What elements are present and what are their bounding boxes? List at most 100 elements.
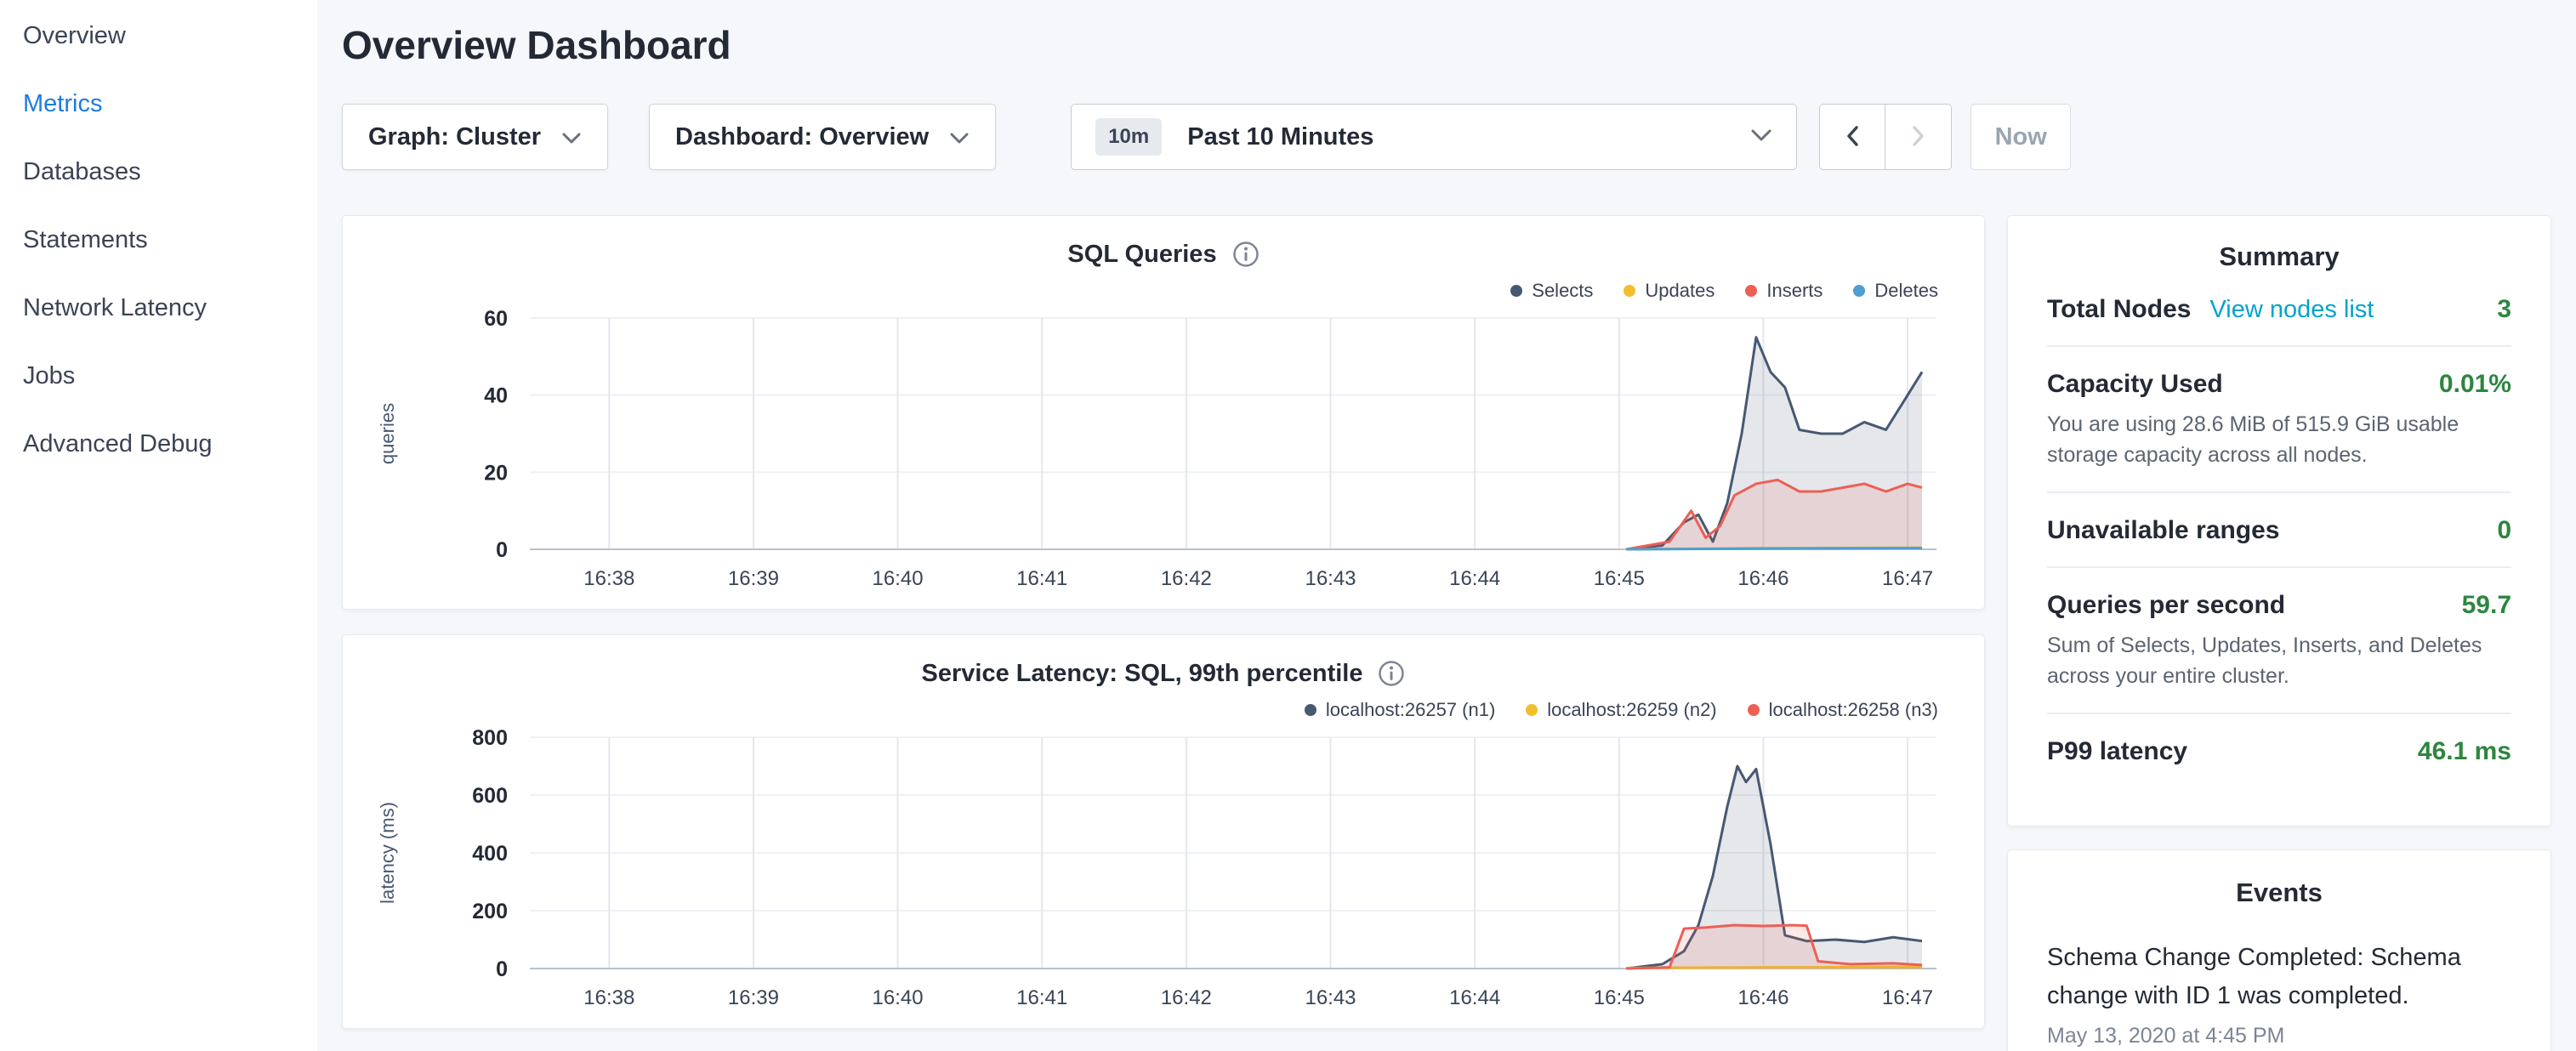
svg-text:200: 200 [472,900,508,923]
summary-value: 0 [2497,516,2511,545]
svg-text:16:44: 16:44 [1449,567,1500,590]
legend-item[interactable]: Deletes [1853,280,1938,302]
svg-text:40: 40 [484,384,508,408]
summary-value: 46.1 ms [2418,737,2511,766]
svg-text:800: 800 [472,729,508,750]
svg-text:16:42: 16:42 [1161,567,1212,590]
svg-text:20: 20 [484,461,508,485]
legend-label: localhost:26257 (n1) [1326,699,1495,721]
info-icon[interactable] [1378,660,1405,687]
legend-item[interactable]: localhost:26257 (n1) [1305,699,1495,721]
chart-title: Service Latency: SQL, 99th percentile [922,660,1363,688]
summary-value: 3 [2497,295,2511,324]
svg-text:16:46: 16:46 [1737,567,1788,590]
events-card: Events Schema Change Completed: Schema c… [2007,849,2551,1051]
sidebar-item-jobs[interactable]: Jobs [0,342,317,410]
svg-text:400: 400 [472,842,508,866]
legend-item[interactable]: localhost:26259 (n2) [1526,699,1716,721]
sidebar-item-network-latency[interactable]: Network Latency [0,274,317,342]
events-title: Events [2047,878,2511,908]
svg-text:16:38: 16:38 [583,986,634,1009]
right-column: Summary Total Nodes View nodes list 3 Ca… [2007,215,2551,1051]
summary-label: Unavailable ranges [2047,516,2279,545]
chart-plot[interactable]: 020406016:3816:3916:4016:4116:4216:4316:… [360,310,1967,592]
legend-dot [1510,285,1522,297]
svg-text:16:45: 16:45 [1594,986,1645,1009]
event-item[interactable]: Schema Change Completed: Schema change w… [2047,939,2511,1048]
summary-card: Summary Total Nodes View nodes list 3 Ca… [2007,215,2551,827]
summary-row-queries-per-second: Queries per second 59.7 Sum of Selects, … [2047,568,2511,713]
view-nodes-link[interactable]: View nodes list [2209,296,2374,324]
time-next-button[interactable] [1885,104,1952,170]
dashboard-dropdown-label: Dashboard: Overview [675,123,929,151]
toolbar: Graph: Cluster Dashboard: Overview 10m P… [342,104,2551,170]
chart-legend: Selects Updates Inserts Deletes [360,277,1967,304]
svg-text:16:47: 16:47 [1882,986,1933,1009]
main-content: Overview Dashboard Graph: Cluster Dashbo… [317,0,2576,1051]
sidebar-item-statements[interactable]: Statements [0,206,317,274]
legend-label: localhost:26258 (n3) [1769,699,1938,721]
chart-plot[interactable]: 020040060080016:3816:3916:4016:4116:4216… [360,729,1967,1011]
service-latency-chart-card: Service Latency: SQL, 99th percentile lo… [342,634,1985,1029]
info-icon[interactable] [1232,241,1260,268]
summary-title: Summary [2047,241,2511,272]
legend-label: Selects [1532,280,1593,302]
summary-value: 0.01% [2439,370,2511,399]
svg-text:16:39: 16:39 [728,567,779,590]
legend-item[interactable]: Inserts [1745,280,1823,302]
svg-text:16:40: 16:40 [873,567,924,590]
dashboard-content: SQL Queries Selects Updates Inserts Deletes… [342,215,2551,1051]
sidebar-item-databases[interactable]: Databases [0,138,317,206]
summary-row-total-nodes: Total Nodes View nodes list 3 [2047,272,2511,345]
svg-text:0: 0 [496,538,508,562]
svg-text:16:41: 16:41 [1016,567,1067,590]
now-button[interactable]: Now [1970,104,2071,170]
chevron-down-icon [561,123,582,151]
sidebar-item-advanced-debug[interactable]: Advanced Debug [0,410,317,478]
legend-dot [1624,285,1635,297]
sidebar-item-overview[interactable]: Overview [0,2,317,70]
summary-label: Total Nodes [2047,295,2191,324]
app: Overview Metrics Databases Statements Ne… [0,0,2576,1051]
event-timestamp: May 13, 2020 at 4:45 PM [2047,1024,2511,1048]
event-text: Schema Change Completed: Schema change w… [2047,939,2511,1015]
svg-text:16:46: 16:46 [1737,986,1788,1009]
sidebar: Overview Metrics Databases Statements Ne… [0,0,317,1051]
sidebar-item-metrics[interactable]: Metrics [0,70,317,138]
svg-text:16:43: 16:43 [1305,986,1356,1009]
svg-text:16:40: 16:40 [873,986,924,1009]
chart-legend: localhost:26257 (n1) localhost:26259 (n2)… [360,696,1967,724]
legend-dot [1305,704,1316,716]
chart-title: SQL Queries [1067,241,1216,269]
dashboard-dropdown[interactable]: Dashboard: Overview [649,104,996,170]
svg-text:16:38: 16:38 [583,567,634,590]
chevron-down-icon [1750,128,1772,146]
summary-row-p99-latency: P99 latency 46.1 ms [2047,714,2511,787]
time-range-dropdown[interactable]: 10m Past 10 Minutes [1071,104,1797,170]
legend-dot [1748,704,1760,716]
svg-text:16:47: 16:47 [1882,567,1933,590]
chevron-right-icon [1912,125,1925,150]
graph-dropdown-label: Graph: Cluster [368,123,541,151]
legend-dot [1853,285,1865,297]
legend-item[interactable]: localhost:26258 (n3) [1748,699,1938,721]
summary-label: Capacity Used [2047,370,2223,399]
svg-text:16:44: 16:44 [1449,986,1500,1009]
time-prev-button[interactable] [1819,104,1885,170]
summary-label: Queries per second [2047,591,2285,620]
svg-text:16:42: 16:42 [1161,986,1212,1009]
page-title: Overview Dashboard [342,22,2551,68]
legend-label: Updates [1645,280,1714,302]
svg-text:16:43: 16:43 [1305,567,1356,590]
summary-description: You are using 28.6 MiB of 515.9 GiB usab… [2047,409,2511,470]
summary-label: P99 latency [2047,737,2187,766]
svg-text:16:45: 16:45 [1594,567,1645,590]
summary-value: 59.7 [2462,591,2511,620]
svg-text:600: 600 [472,784,508,808]
time-range-label: Past 10 Minutes [1187,123,1373,151]
graph-dropdown[interactable]: Graph: Cluster [342,104,608,170]
chevron-down-icon [949,123,970,151]
sql-queries-chart-card: SQL Queries Selects Updates Inserts Deletes… [342,215,1985,610]
legend-item[interactable]: Selects [1510,280,1593,302]
legend-item[interactable]: Updates [1624,280,1714,302]
